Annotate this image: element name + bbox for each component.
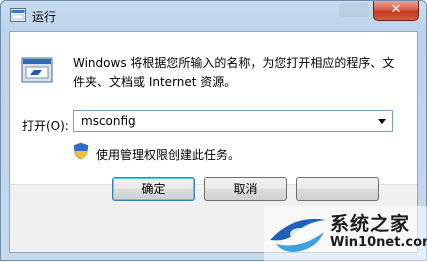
run-icon — [21, 57, 53, 83]
cancel-button[interactable]: 取消 — [204, 177, 287, 201]
run-dialog-window: 运行 ✕ Windows 将根据您所输入的名称，为您打开相应的程序、文件夹、文档… — [0, 0, 427, 262]
minimize-button[interactable] — [339, 3, 369, 17]
watermark-url: Win10net.com — [330, 235, 427, 250]
ok-button[interactable]: 确定 — [112, 177, 195, 201]
title-bar[interactable]: 运行 ✕ — [1, 1, 426, 31]
dropdown-arrow-icon[interactable] — [374, 112, 390, 130]
shield-icon — [73, 142, 89, 160]
window-title: 运行 — [32, 10, 57, 24]
open-label: 打开(O): — [22, 119, 69, 133]
open-combobox[interactable]: msconfig — [73, 110, 393, 132]
browse-button[interactable] — [296, 177, 379, 201]
dialog-body: Windows 将根据您所输入的名称，为您打开相应的程序、文件夹、文档或 Int… — [10, 32, 417, 184]
close-icon: ✕ — [390, 2, 402, 17]
app-icon — [10, 8, 26, 22]
watermark-title: 系统之家 — [330, 213, 411, 235]
admin-note: 使用管理权限创建此任务。 — [96, 148, 241, 162]
close-button[interactable]: ✕ — [373, 1, 419, 21]
dialog-description: Windows 将根据您所输入的名称，为您打开相应的程序、文件夹、文档或 Int… — [73, 56, 395, 89]
open-input[interactable]: msconfig — [81, 114, 136, 128]
